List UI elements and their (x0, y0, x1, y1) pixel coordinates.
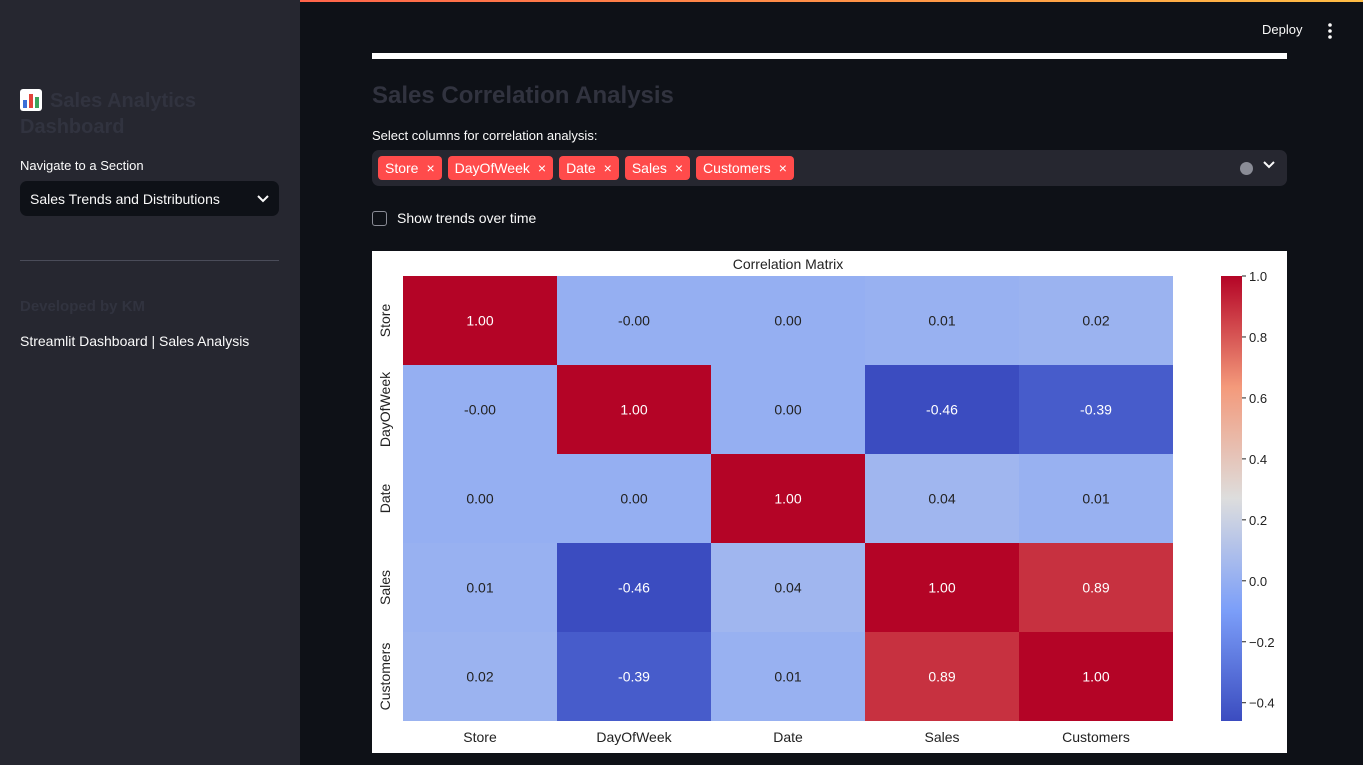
correlation-chart: Correlation Matrix 1.00 -0.00 0.00 0.01 0.02 -… (372, 251, 1287, 753)
chip-date[interactable]: Date × (559, 156, 619, 180)
sidebar: Sales Analytics Dashboard Navigate to a … (0, 0, 300, 765)
cell-label: 0.89 (928, 669, 955, 685)
close-icon[interactable]: × (675, 160, 683, 176)
cell-label: -0.39 (1080, 402, 1112, 418)
cell-label: 1.00 (1082, 669, 1109, 685)
cell-label: 0.89 (1082, 580, 1109, 596)
chip-label: DayOfWeek (454, 160, 530, 176)
x-tick-label: Customers (1062, 729, 1130, 745)
chart-title: Correlation Matrix (733, 256, 843, 272)
cell-label: 0.00 (620, 491, 647, 507)
chevron-down-icon (257, 194, 269, 202)
cell-label: -0.46 (618, 580, 650, 596)
chip-label: Customers (703, 160, 771, 176)
cell-label: 1.00 (620, 402, 647, 418)
trends-checkbox-row[interactable]: Show trends over time (372, 210, 536, 226)
cell-label: 0.01 (774, 669, 801, 685)
chip-label: Date (566, 160, 596, 176)
section-select-value: Sales Trends and Distributions (30, 190, 220, 207)
cell-label: 0.01 (1082, 491, 1109, 507)
colorbar-tick-label: −0.4 (1249, 696, 1275, 711)
cell-label: 0.00 (466, 491, 493, 507)
colorbar-tick-label: 0.4 (1249, 452, 1267, 467)
colorbar-tick-label: 0.0 (1249, 574, 1267, 589)
x-tick-label: Date (773, 729, 803, 745)
sidebar-footer: Streamlit Dashboard | Sales Analysis (20, 333, 250, 349)
sidebar-divider (20, 260, 279, 261)
cell-label: 0.04 (928, 491, 955, 507)
cell-label: -0.46 (926, 402, 958, 418)
cell-label: 0.04 (774, 580, 801, 596)
colorbar-tick-label: 0.2 (1249, 513, 1267, 528)
clear-all-icon[interactable] (1240, 162, 1253, 175)
developer-credit: Developed by KM (20, 298, 146, 315)
colorbar (1221, 276, 1242, 721)
y-tick-label: DayOfWeek (377, 371, 393, 447)
sidebar-title-text: Sales Analytics Dashboard (20, 90, 197, 138)
column-multiselect[interactable]: Store × DayOfWeek × Date × Sales × Customers… (372, 150, 1287, 186)
x-tick-label: DayOfWeek (596, 729, 672, 745)
cell-label: -0.00 (464, 402, 496, 418)
cell-label: 1.00 (466, 313, 493, 329)
colorbar-tick-label: −0.2 (1249, 635, 1275, 650)
multiselect-label: Select columns for correlation analysis: (372, 128, 598, 143)
cell-label: -0.39 (618, 669, 650, 685)
colorbar-tick-label: 0.8 (1249, 330, 1267, 345)
chip-customers[interactable]: Customers × (696, 156, 794, 180)
more-menu-icon[interactable] (1322, 22, 1338, 40)
chip-sales[interactable]: Sales × (624, 156, 691, 180)
y-tick-label: Customers (377, 643, 393, 711)
bar-chart-icon (20, 89, 42, 111)
trends-checkbox[interactable] (372, 210, 387, 226)
close-icon[interactable]: × (426, 160, 434, 176)
nav-label: Navigate to a Section (20, 158, 144, 173)
correlation-heatmap: Correlation Matrix 1.00 -0.00 0.00 0.01 0.02 -… (377, 256, 1275, 745)
cell-label: 0.01 (928, 313, 955, 329)
close-icon[interactable]: × (604, 160, 612, 176)
sidebar-title: Sales Analytics Dashboard (20, 88, 280, 140)
section-select[interactable]: Sales Trends and Distributions (20, 181, 279, 216)
cell-label: 0.01 (466, 580, 493, 596)
y-tick-label: Store (377, 304, 393, 338)
close-icon[interactable]: × (538, 160, 546, 176)
previous-chart-edge (372, 53, 1287, 59)
trends-checkbox-label: Show trends over time (397, 210, 537, 226)
chip-store[interactable]: Store × (378, 156, 442, 180)
cell-label: 0.02 (466, 669, 493, 685)
colorbar-tick-label: 0.6 (1249, 391, 1267, 406)
close-icon[interactable]: × (779, 160, 787, 176)
x-tick-label: Sales (924, 729, 959, 745)
cell-label: 0.02 (1082, 313, 1109, 329)
chip-label: Store (385, 160, 419, 176)
y-tick-label: Date (377, 484, 393, 514)
cell-label: -0.00 (618, 313, 650, 329)
x-tick-label: Store (463, 729, 497, 745)
colorbar-tick-label: 1.0 (1249, 269, 1267, 284)
chip-dayofweek[interactable]: DayOfWeek × (447, 156, 554, 180)
deploy-button[interactable]: Deploy (1262, 22, 1302, 37)
chevron-down-icon[interactable] (1263, 161, 1275, 169)
cell-label: 1.00 (774, 491, 801, 507)
cell-label: 0.00 (774, 402, 801, 418)
cell-label: 1.00 (928, 580, 955, 596)
cell-label: 0.00 (774, 313, 801, 329)
page-title: Sales Correlation Analysis (372, 82, 674, 109)
chip-label: Sales (631, 160, 667, 176)
y-tick-label: Sales (377, 570, 393, 605)
